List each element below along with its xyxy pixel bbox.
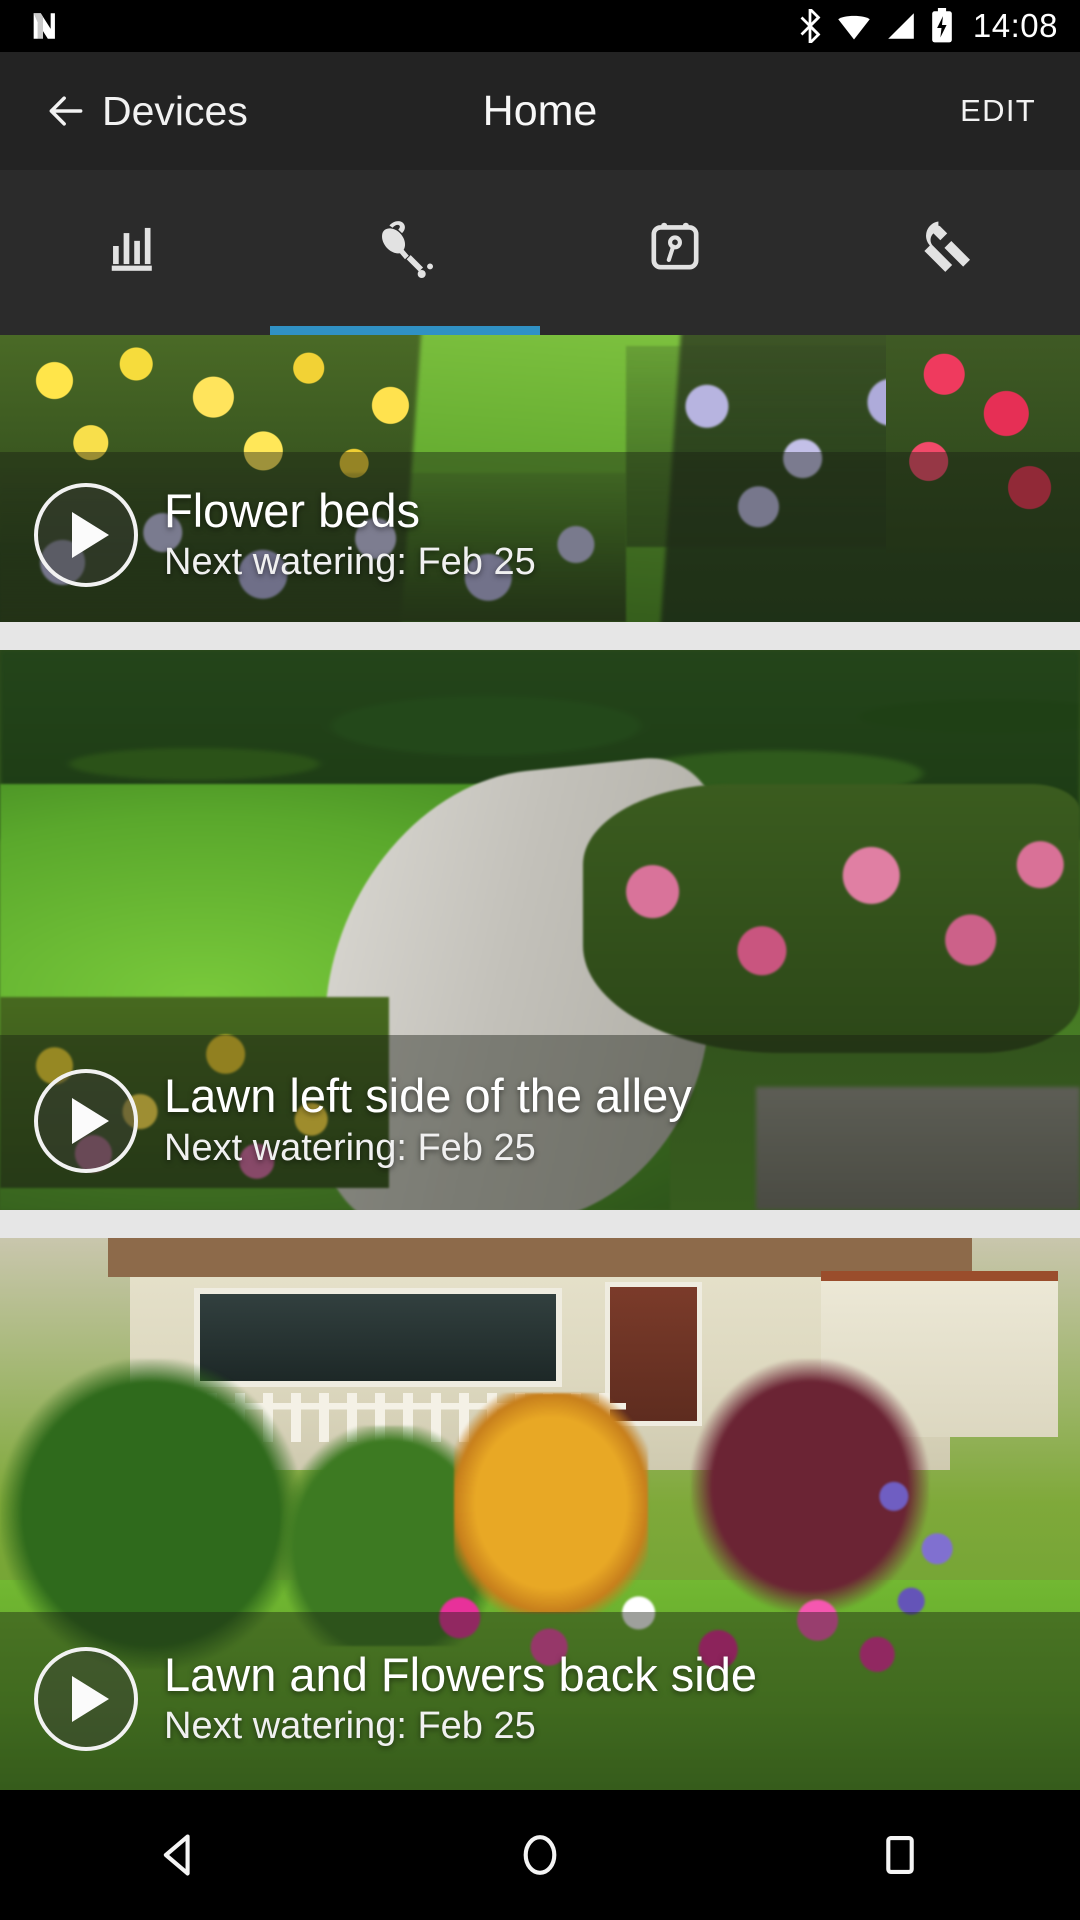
edit-button[interactable]: EDIT	[960, 93, 1080, 129]
bluetooth-icon	[800, 9, 821, 43]
calendar-clock-icon	[651, 222, 699, 270]
status-bar: 14:08	[0, 0, 1080, 52]
zone-card[interactable]: Flower beds Next watering: Feb 25	[0, 335, 1080, 622]
circle-home-icon	[523, 1835, 557, 1875]
zone-title: Flower beds	[164, 483, 420, 537]
play-watering-button[interactable]	[34, 1647, 138, 1751]
zone-card[interactable]: Lawn left side of the alley Next waterin…	[0, 650, 1080, 1210]
tab-watering[interactable]	[270, 170, 540, 335]
zone-next-watering: Next watering: Feb 25	[164, 1126, 536, 1169]
tab-indicator	[540, 326, 810, 335]
arrow-left-icon	[49, 96, 83, 126]
tab-indicator-active	[270, 326, 540, 335]
nav-recents-button[interactable]	[720, 1829, 1080, 1881]
play-icon	[72, 1097, 109, 1144]
play-watering-button[interactable]	[34, 483, 138, 587]
zone-text: Flower beds Next watering: Feb 25	[164, 483, 536, 585]
nvidia-n-logo-icon	[33, 13, 55, 39]
app-screen: 14:08 Home Devices EDIT Flower beds Next…	[0, 0, 1080, 1920]
battery-charging-icon	[932, 8, 952, 43]
nav-back-button[interactable]	[0, 1829, 360, 1881]
status-bar-clock: 14:08	[972, 7, 1058, 44]
app-bar: Home Devices EDIT	[0, 52, 1080, 170]
zone-text: Lawn left side of the alley Next waterin…	[164, 1070, 692, 1170]
watering-zone-list[interactable]: Flower beds Next watering: Feb 25 Lawn l…	[0, 335, 1080, 1790]
wrench-icon	[924, 221, 971, 272]
tab-bar	[0, 170, 1080, 335]
tab-indicator	[810, 326, 1080, 335]
play-icon	[72, 512, 109, 558]
zone-card[interactable]: Lawn and Flowers back side Next watering…	[0, 1238, 1080, 1790]
back-label: Devices	[102, 87, 248, 134]
status-bar-right: 14:08	[797, 7, 1058, 45]
zone-text: Lawn and Flowers back side Next watering…	[164, 1647, 758, 1749]
zone-card-overlay: Flower beds Next watering: Feb 25	[0, 452, 1080, 622]
zone-card-overlay: Lawn left side of the alley Next waterin…	[0, 1035, 1080, 1210]
tab-indicator	[0, 326, 270, 335]
tab-settings[interactable]	[810, 170, 1080, 335]
cellular-signal-icon	[888, 13, 914, 39]
bar-chart-icon	[111, 227, 152, 271]
back-to-devices-button[interactable]: Devices	[0, 88, 248, 135]
nav-home-button[interactable]	[360, 1829, 720, 1881]
zone-title: Lawn left side of the alley	[164, 1069, 692, 1123]
square-recents-icon	[886, 1836, 914, 1874]
tab-statistics[interactable]	[0, 170, 270, 335]
triangle-back-icon	[163, 1834, 190, 1876]
play-watering-button[interactable]	[34, 1068, 138, 1173]
play-icon	[72, 1676, 109, 1722]
zone-next-watering: Next watering: Feb 25	[164, 1705, 536, 1748]
status-bar-left	[28, 9, 62, 43]
tab-schedule[interactable]	[540, 170, 810, 335]
android-navigation-bar	[0, 1790, 1080, 1920]
zone-next-watering: Next watering: Feb 25	[164, 541, 536, 584]
zone-card-overlay: Lawn and Flowers back side Next watering…	[0, 1612, 1080, 1790]
watering-can-icon	[382, 220, 433, 278]
wifi-icon	[838, 15, 870, 40]
zone-title: Lawn and Flowers back side	[164, 1647, 758, 1701]
